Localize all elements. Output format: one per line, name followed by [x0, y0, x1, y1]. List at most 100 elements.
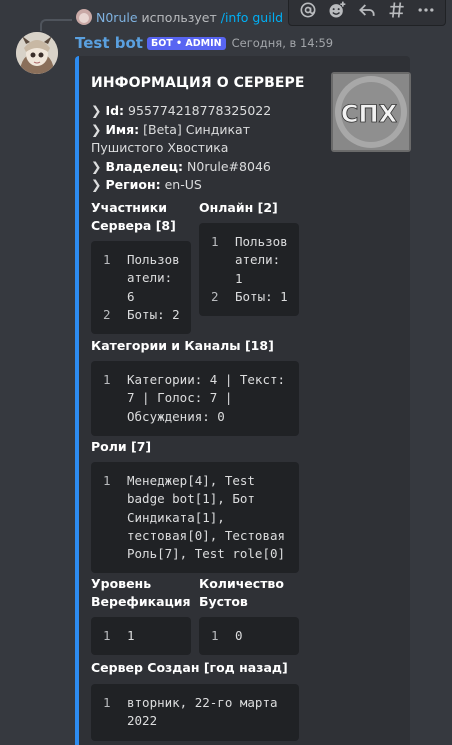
line-text: 7 | Голос: 7 | [127, 390, 233, 406]
line-number: 1 [211, 628, 219, 643]
line-number: 2 [211, 288, 219, 304]
code-line: 1 Категории: 4 | Текст: [91, 371, 293, 389]
field-roles-code: 1 Менеджер[4], Test badge bot[1], Бот Синди… [91, 462, 299, 574]
field-members-code: 1 Пользов атели: 6 2 Боты: 2 [91, 241, 191, 335]
field-verification-name: Уровень Верефикация [91, 576, 191, 609]
embed-title: ИНФОРМАЦИЯ О СЕРВЕРЕ [91, 75, 305, 91]
line-number: 1 [103, 473, 111, 488]
line-number [91, 712, 127, 730]
line-number: 1 [103, 372, 111, 387]
line-number: 1 [103, 252, 111, 267]
reply-text: использует [141, 9, 217, 25]
code-line: 1 Пользов [91, 251, 185, 269]
code-line: 1 Менеджер[4], Test [91, 472, 293, 490]
code-line: 10 [199, 627, 293, 645]
bot-badge: БОТ • ADMIN [146, 36, 226, 50]
line-text: badge bot[1], Бот [127, 491, 255, 507]
line-text: Роль[7], Test role[0] [127, 546, 286, 562]
field-boosts-name: Количество Бустов [199, 576, 284, 609]
code-line: Роль[7], Test role[0] [91, 545, 293, 563]
code-line: 7 | Голос: 7 | [91, 389, 293, 407]
create-thread-icon[interactable] [383, 0, 411, 24]
line-number: 1 [103, 695, 111, 710]
code-line: атели: [199, 251, 293, 269]
line-number [91, 545, 127, 563]
embed-description: ❯ Id: 955774218778325022 ❯ Имя: [Beta] С… [91, 102, 311, 195]
more-icon[interactable] [412, 0, 440, 24]
line-text: Боты: 2 [127, 306, 180, 322]
line-number: 2 [103, 306, 111, 322]
line-text: Боты: 1 [235, 288, 288, 304]
line-number [91, 269, 127, 287]
line-text: Обсуждения: 0 [127, 408, 225, 424]
line-number [91, 527, 127, 545]
mention-icon[interactable] [294, 0, 322, 24]
add-reaction-icon[interactable] [323, 0, 351, 24]
field-channels-name: Категории и Каналы [18] [91, 338, 274, 353]
line-number [199, 251, 235, 269]
code-line: Синдиката[1], [91, 509, 293, 527]
field-boosts-code: 10 [199, 617, 299, 656]
code-line: 6 [91, 288, 185, 306]
line-number [91, 389, 127, 407]
field-verification-code: 11 [91, 617, 191, 656]
line-text: Пользов [127, 252, 180, 267]
code-line: 2 Боты: 1 [199, 288, 293, 306]
line-text: 2022 [127, 713, 158, 729]
line-number [91, 288, 127, 306]
line-number [199, 270, 235, 288]
line-number [91, 490, 127, 508]
reply-command[interactable]: /info guild [221, 10, 283, 25]
code-line: 2 Боты: 2 [91, 306, 185, 324]
line-text: 0 [235, 628, 243, 643]
code-line: 1 вторник, 22-го марта [91, 694, 293, 712]
line-text: 1 [127, 628, 135, 643]
desc-region: ❯ Регион: en-US [91, 177, 202, 192]
code-line: 2022 [91, 712, 293, 730]
server-thumbnail[interactable]: СПХ [331, 72, 411, 152]
code-line: 11 [91, 627, 185, 645]
reply-avatar [76, 9, 92, 25]
field-online-name: Онлайн [2] [199, 200, 278, 215]
field-online-code: 1 Пользов атели: 1 2 Боты: 1 [199, 223, 299, 317]
line-text: атели: [127, 270, 173, 286]
reply-icon[interactable] [353, 0, 381, 24]
line-text: Пользов [235, 234, 288, 249]
line-number [91, 408, 127, 426]
field-channels-code: 1 Категории: 4 | Текст: 7 | Голос: 7 | Обсу… [91, 361, 299, 436]
code-line: 1 Пользов [199, 233, 293, 251]
line-text: 1 [235, 270, 243, 286]
code-line: 1 [199, 270, 293, 288]
reply-reference[interactable]: N0rule использует /info guild [76, 9, 283, 25]
line-number [91, 509, 127, 527]
code-line: атели: [91, 269, 185, 287]
message-actions-toolbar [288, 0, 446, 26]
line-text: Синдиката[1], [127, 509, 225, 525]
desc-owner: ❯ Владелец: N0rule#8046 [91, 158, 271, 174]
line-text: 6 [127, 288, 135, 304]
message-timestamp[interactable]: Сегодня, в 14:59 [232, 36, 333, 50]
server-info-embed: СПХ ИНФОРМАЦИЯ О СЕРВЕРЕ ❯ Id: 955774218… [75, 56, 411, 745]
line-text: атели: [235, 252, 281, 268]
line-text: вторник, 22-го марта [127, 695, 278, 710]
line-text: Менеджер[4], Test [127, 473, 255, 488]
field-created-code: 1 вторник, 22-го марта 2022 [91, 684, 299, 741]
author-username[interactable]: Test bot [75, 34, 143, 52]
reply-username[interactable]: N0rule [96, 10, 138, 25]
desc-id: ❯ Id: 955774218778325022 [91, 103, 272, 118]
thumbnail-text: СПХ [341, 100, 398, 128]
avatar[interactable] [16, 32, 58, 74]
field-created-name: Сервер Создан [год назад] [91, 660, 288, 675]
line-number: 1 [103, 628, 111, 643]
code-line: тестовая[0], Тестовая [91, 527, 293, 545]
code-line: badge bot[1], Бот [91, 490, 293, 508]
message-header: Test bot БОТ • ADMIN Сегодня, в 14:59 [75, 34, 333, 52]
line-text: тестовая[0], Тестовая [127, 527, 286, 543]
field-roles-name: Роли [7] [91, 439, 152, 454]
desc-name: ❯ Имя: [Beta] Синдикат Пушистого Хвостик… [91, 121, 250, 156]
reply-connector [40, 19, 72, 31]
line-number: 1 [211, 234, 219, 249]
line-text: Категории: 4 | Текст: [127, 372, 286, 387]
field-members-name: Участники Сервера [8] [91, 200, 176, 233]
code-line: Обсуждения: 0 [91, 408, 293, 426]
